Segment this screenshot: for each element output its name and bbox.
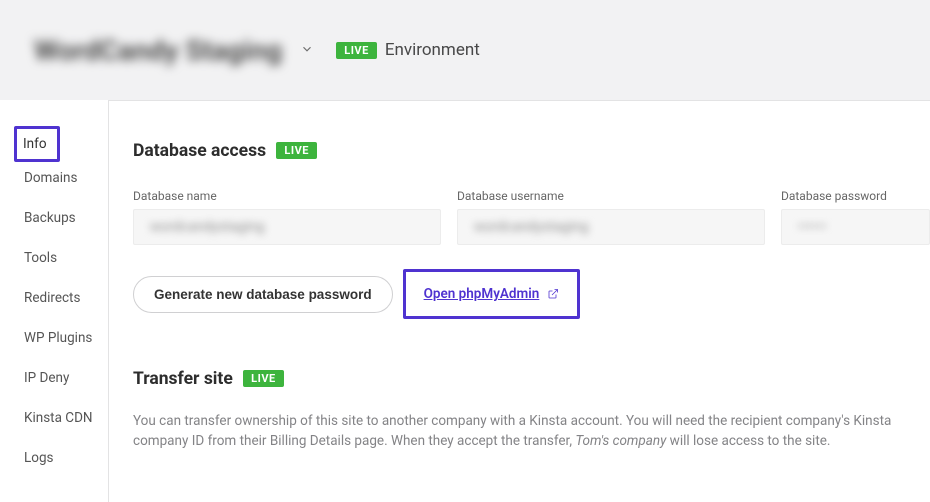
generate-password-button[interactable]: Generate new database password — [133, 276, 393, 313]
section-title-transfer: Transfer site LIVE — [133, 369, 930, 389]
db-pass-label: Database password — [781, 189, 930, 203]
transfer-site-section: Transfer site LIVE You can transfer owne… — [133, 369, 930, 452]
sidebar-item-logs[interactable]: Logs — [0, 446, 108, 486]
database-access-section: Database access LIVE Database name wordc… — [133, 141, 930, 319]
sidebar-item-redirects[interactable]: Redirects — [0, 286, 108, 326]
db-name-label: Database name — [133, 189, 441, 203]
db-title-text: Database access — [133, 141, 266, 161]
db-actions: Generate new database password Open phpM… — [133, 269, 930, 319]
section-title-db: Database access LIVE — [133, 141, 930, 161]
open-phpmyadmin-text: Open phpMyAdmin — [424, 286, 540, 302]
main-content: Database access LIVE Database name wordc… — [109, 100, 930, 502]
db-user-field: Database username wordcandystaging — [457, 189, 765, 245]
db-user-value[interactable]: wordcandystaging — [457, 209, 765, 245]
live-badge: LIVE — [336, 42, 377, 59]
db-fields: Database name wordcandystaging Database … — [133, 189, 930, 245]
sidebar-item-domains[interactable]: Domains — [0, 166, 108, 206]
external-link-icon — [547, 288, 559, 300]
chevron-down-icon[interactable] — [300, 41, 314, 60]
sidebar-item-wp-plugins[interactable]: WP Plugins — [0, 326, 108, 366]
sidebar-item-tools[interactable]: Tools — [0, 246, 108, 286]
db-live-badge: LIVE — [276, 142, 317, 159]
site-name: WordCandy Staging — [34, 34, 282, 67]
db-user-label: Database username — [457, 189, 765, 203]
db-pass-value[interactable]: •••••• — [781, 209, 930, 245]
db-name-field: Database name wordcandystaging — [133, 189, 441, 245]
sidebar: Info Domains Backups Tools Redirects WP … — [0, 100, 108, 502]
open-phpmyadmin-link[interactable]: Open phpMyAdmin — [403, 269, 581, 319]
transfer-live-badge: LIVE — [243, 370, 284, 387]
sidebar-item-info[interactable]: Info — [0, 126, 108, 166]
transfer-title-text: Transfer site — [133, 369, 233, 389]
sidebar-item-ip-deny[interactable]: IP Deny — [0, 366, 108, 406]
top-bar: WordCandy Staging LIVE Environment — [0, 0, 930, 100]
transfer-description: You can transfer ownership of this site … — [133, 411, 903, 452]
db-name-value[interactable]: wordcandystaging — [133, 209, 441, 245]
sidebar-item-kinsta-cdn[interactable]: Kinsta CDN — [0, 406, 108, 446]
db-pass-field: Database password •••••• — [781, 189, 930, 245]
sidebar-item-backups[interactable]: Backups — [0, 206, 108, 246]
environment-label: Environment — [385, 40, 480, 60]
